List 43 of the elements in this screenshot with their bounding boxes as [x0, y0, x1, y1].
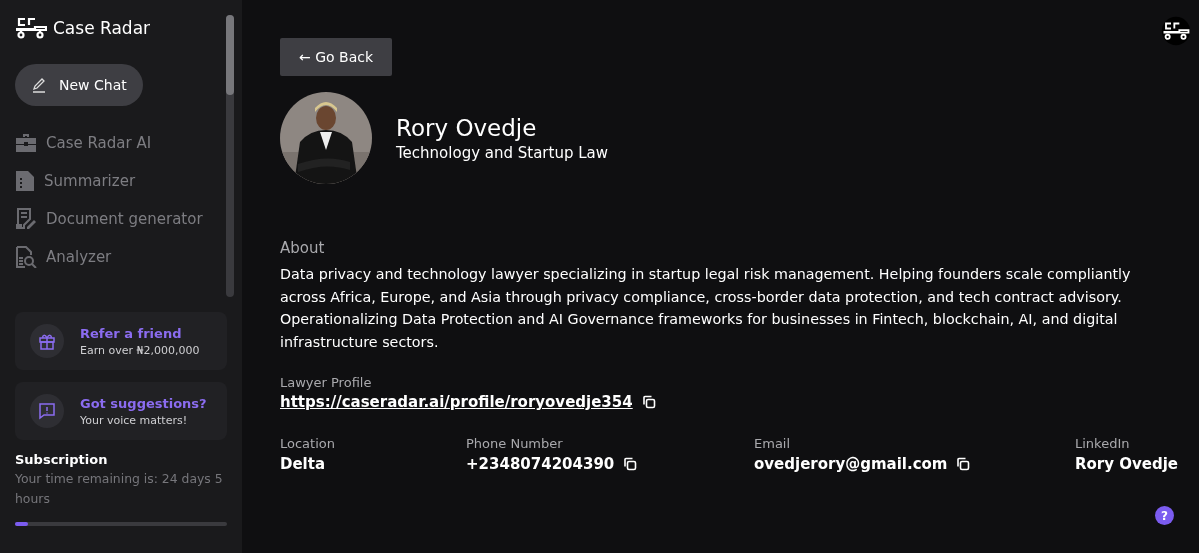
copy-icon[interactable] — [623, 457, 638, 472]
scrollbar[interactable] — [226, 15, 234, 297]
sidebar-item[interactable]: Summarizer — [15, 170, 226, 192]
file-icon — [15, 170, 35, 192]
brand-name: Case Radar — [53, 18, 151, 38]
field-value: +2348074204390 — [466, 455, 615, 474]
field-value: Rory Ovedje — [1075, 455, 1178, 474]
pencil-icon — [31, 77, 47, 93]
promo-card[interactable]: Got suggestions? Your voice matters! — [15, 382, 227, 440]
briefcase-icon — [15, 133, 37, 153]
field-value: Delta — [280, 455, 326, 474]
gift-icon — [38, 332, 56, 350]
document-search-icon — [15, 246, 37, 268]
card-subtitle: Your voice matters! — [80, 413, 189, 427]
about-text: Data privacy and technology lawyer specializing in startup legal risk management. Helping founders scale compliantly across Africa, Europe, and Asia through privacy compliance, cross-border data protection, and tech contract advisory. Operationalizing Data Protection and AI Governance frameworks for businesses in Fintech, blockchain, AI, and digital infrastructure sectors. — [280, 265, 1132, 352]
field-label: Email — [754, 436, 792, 452]
document-edit-icon — [15, 208, 37, 230]
profile-link[interactable]: https://caseradar.ai/profile/roryovedje354 — [280, 393, 633, 412]
help-button[interactable]: ? — [1155, 506, 1174, 525]
field-label: LinkedIn — [1075, 436, 1131, 452]
about-label: About — [280, 239, 326, 257]
new-chat-button[interactable]: New Chat — [15, 64, 143, 106]
field-value: ovedjerory@gmail.com — [754, 455, 948, 474]
feedback-icon — [38, 402, 56, 420]
subscription-remaining: Your time remaining is: 24 days 5 hours — [15, 470, 224, 508]
avatar-logo-icon[interactable] — [1161, 16, 1191, 46]
go-back-button[interactable]: ← Go Back — [280, 38, 393, 76]
sidebar-item[interactable]: Analyzer — [15, 246, 226, 268]
card-subtitle: Earn over ₦2,000,000 — [80, 343, 200, 357]
card-title: Got suggestions? — [80, 395, 207, 411]
lawyer-specialty: Technology and Startup Law — [396, 143, 609, 162]
lawyer-name: Rory Ovedje — [396, 114, 538, 141]
promo-card[interactable]: Refer a friend Earn over ₦2,000,000 — [15, 312, 227, 370]
subscription-title: Subscription — [15, 452, 109, 467]
sidebar-item[interactable]: Case Radar AI — [15, 132, 226, 154]
logo-icon — [15, 16, 47, 40]
field-label: Location — [280, 436, 336, 452]
field-label: Phone Number — [466, 436, 564, 452]
copy-icon[interactable] — [641, 395, 656, 410]
profile-link-label: Lawyer Profile — [280, 375, 373, 391]
sidebar-item[interactable]: Document generator — [15, 208, 226, 230]
copy-icon[interactable] — [956, 457, 971, 472]
card-title: Refer a friend — [80, 325, 183, 341]
